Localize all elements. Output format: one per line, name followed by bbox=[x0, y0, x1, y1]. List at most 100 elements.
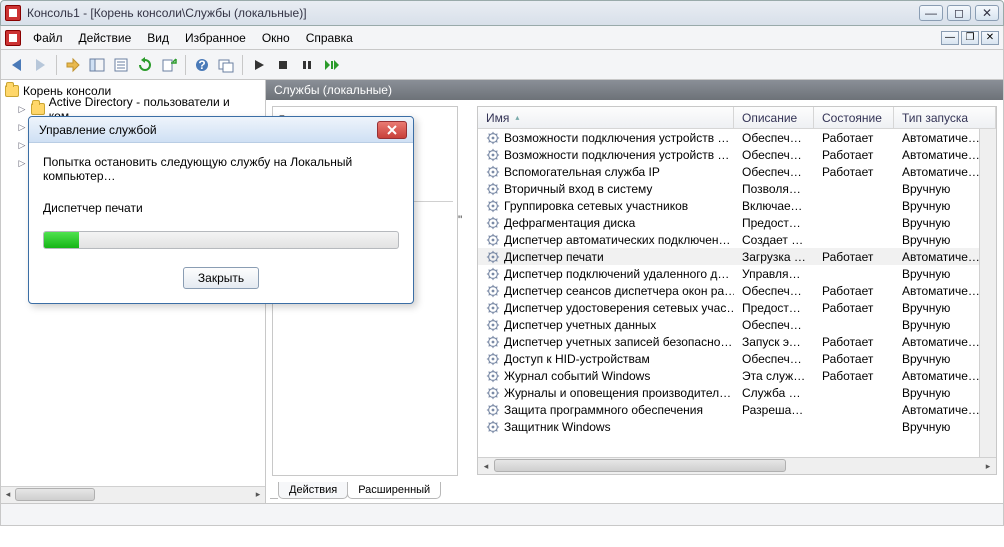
minimize-button[interactable]: — bbox=[919, 5, 943, 21]
folder-icon bbox=[31, 103, 45, 115]
mdi-restore-button[interactable]: ❐ bbox=[961, 31, 979, 45]
window-title: Консоль1 - [Корень консоли\Службы (локал… bbox=[27, 6, 919, 20]
export-button[interactable] bbox=[158, 54, 180, 76]
dialog-service-name: Диспетчер печати bbox=[43, 201, 399, 215]
pause-service-button[interactable] bbox=[296, 54, 318, 76]
service-icon bbox=[486, 131, 500, 145]
service-name: Журнал событий Windows bbox=[504, 369, 650, 383]
service-desc: Предостав… bbox=[734, 301, 814, 315]
maximize-button[interactable]: ◻ bbox=[947, 5, 971, 21]
service-row[interactable]: Доступ к HID-устройствамОбеспечи…Работае… bbox=[478, 350, 996, 367]
service-row[interactable]: Диспетчер подключений удаленного д…Управ… bbox=[478, 265, 996, 282]
properties-button[interactable] bbox=[110, 54, 132, 76]
menu-файл[interactable]: Файл bbox=[25, 29, 71, 47]
show-hide-tree-button[interactable] bbox=[86, 54, 108, 76]
service-row[interactable]: Журнал событий WindowsЭта служб…Работает… bbox=[478, 367, 996, 384]
service-desc: Обеспечи… bbox=[734, 148, 814, 162]
content-header: Службы (локальные) bbox=[266, 80, 1003, 100]
progress-bar bbox=[43, 231, 399, 249]
service-icon bbox=[486, 403, 500, 417]
help-button[interactable]: ? bbox=[191, 54, 213, 76]
col-startup[interactable]: Тип запуска bbox=[894, 107, 996, 128]
service-row[interactable]: Журналы и оповещения производител…Служба… bbox=[478, 384, 996, 401]
service-name: Журналы и оповещения производител… bbox=[504, 386, 731, 400]
dialog-close-action-button[interactable]: Закрыть bbox=[183, 267, 259, 289]
scroll-thumb[interactable] bbox=[15, 488, 95, 501]
service-desc: Включает … bbox=[734, 199, 814, 213]
back-button[interactable] bbox=[5, 54, 27, 76]
service-name: Диспетчер учетных данных bbox=[504, 318, 656, 332]
dialog-body: Попытка остановить следующую службу на Л… bbox=[29, 143, 413, 303]
service-row[interactable]: Возможности подключения устройств …Обесп… bbox=[478, 129, 996, 146]
service-row[interactable]: Диспетчер печатиЗагрузка …РаботаетАвтома… bbox=[478, 248, 996, 265]
service-icon bbox=[486, 318, 500, 332]
service-row[interactable]: Диспетчер учетных записей безопасно…Запу… bbox=[478, 333, 996, 350]
menu-справка[interactable]: Справка bbox=[298, 29, 361, 47]
menu-вид[interactable]: Вид bbox=[139, 29, 177, 47]
service-state: Работает bbox=[814, 301, 894, 315]
services-list: Имя▴ Описание Состояние Тип запуска Возм… bbox=[477, 106, 997, 475]
expander-icon[interactable]: ▷ bbox=[17, 140, 27, 150]
start-service-button[interactable] bbox=[248, 54, 270, 76]
service-desc: Загрузка … bbox=[734, 250, 814, 264]
scroll-thumb[interactable] bbox=[494, 459, 786, 472]
col-desc[interactable]: Описание bbox=[734, 107, 814, 128]
menubar: ФайлДействиеВидИзбранноеОкноСправка — ❐ … bbox=[0, 26, 1004, 50]
new-window-button[interactable] bbox=[215, 54, 237, 76]
column-headers: Имя▴ Описание Состояние Тип запуска bbox=[478, 107, 996, 129]
service-desc: Запуск это… bbox=[734, 335, 814, 349]
service-icon bbox=[486, 199, 500, 213]
service-desc: Обеспечи… bbox=[734, 284, 814, 298]
service-row[interactable]: Диспетчер учетных данныхОбеспечи…Вручную bbox=[478, 316, 996, 333]
service-desc: Служба ж… bbox=[734, 386, 814, 400]
service-icon bbox=[486, 233, 500, 247]
service-row[interactable]: Защитник WindowsВручную bbox=[478, 418, 996, 435]
list-rows[interactable]: Возможности подключения устройств …Обесп… bbox=[478, 129, 996, 457]
restart-service-button[interactable] bbox=[320, 54, 342, 76]
mdi-minimize-button[interactable]: — bbox=[941, 31, 959, 45]
scroll-right-icon[interactable]: ▸ bbox=[980, 461, 996, 472]
list-h-scrollbar[interactable]: ◂ ▸ bbox=[478, 457, 996, 474]
forward-button[interactable] bbox=[29, 54, 51, 76]
close-button[interactable]: ✕ bbox=[975, 5, 999, 21]
dialog-title: Управление службой bbox=[39, 123, 377, 137]
menu-действие[interactable]: Действие bbox=[71, 29, 140, 47]
service-desc: Создает п… bbox=[734, 233, 814, 247]
scroll-right-icon[interactable]: ▸ bbox=[251, 487, 265, 502]
list-v-scrollbar[interactable] bbox=[979, 129, 996, 457]
service-icon bbox=[486, 250, 500, 264]
up-button[interactable] bbox=[62, 54, 84, 76]
dialog-close-button[interactable] bbox=[377, 121, 407, 139]
expander-icon[interactable]: ▷ bbox=[17, 104, 27, 114]
service-row[interactable]: Возможности подключения устройств …Обесп… bbox=[478, 146, 996, 163]
stop-service-button[interactable] bbox=[272, 54, 294, 76]
service-row[interactable]: Вспомогательная служба IPОбеспечи…Работа… bbox=[478, 163, 996, 180]
doc-icon bbox=[5, 30, 21, 46]
service-row[interactable]: Дефрагментация дискаПредостав…Вручную bbox=[478, 214, 996, 231]
col-name[interactable]: Имя▴ bbox=[478, 107, 734, 128]
scroll-left-icon[interactable]: ◂ bbox=[478, 461, 494, 472]
service-row[interactable]: Диспетчер сеансов диспетчера окон ра…Обе… bbox=[478, 282, 996, 299]
tree-h-scrollbar[interactable]: ◂ ▸ bbox=[1, 486, 265, 503]
tab-actions[interactable]: Действия bbox=[278, 482, 348, 499]
dialog-titlebar[interactable]: Управление службой bbox=[29, 117, 413, 143]
mdi-buttons: — ❐ ✕ bbox=[941, 31, 999, 45]
service-row[interactable]: Диспетчер автоматических подключен…Созда… bbox=[478, 231, 996, 248]
col-state[interactable]: Состояние bbox=[814, 107, 894, 128]
dialog-message: Попытка остановить следующую службу на Л… bbox=[43, 155, 399, 183]
mdi-close-button[interactable]: ✕ bbox=[981, 31, 999, 45]
truncated-text: " bbox=[458, 213, 462, 227]
menu-окно[interactable]: Окно bbox=[254, 29, 298, 47]
service-row[interactable]: Группировка сетевых участниковВключает …… bbox=[478, 197, 996, 214]
service-state: Работает bbox=[814, 131, 894, 145]
expander-icon[interactable]: ▷ bbox=[17, 122, 27, 132]
service-row[interactable]: Защита программного обеспеченияРазрешает… bbox=[478, 401, 996, 418]
service-row[interactable]: Вторичный вход в системуПозволяет…Вручну… bbox=[478, 180, 996, 197]
refresh-button[interactable] bbox=[134, 54, 156, 76]
service-name: Вторичный вход в систему bbox=[504, 182, 652, 196]
expander-icon[interactable]: ▷ bbox=[17, 158, 27, 168]
menu-избранное[interactable]: Избранное bbox=[177, 29, 254, 47]
tab-extended[interactable]: Расширенный bbox=[347, 482, 441, 499]
scroll-left-icon[interactable]: ◂ bbox=[1, 487, 15, 502]
service-row[interactable]: Диспетчер удостоверения сетевых учас…Пре… bbox=[478, 299, 996, 316]
